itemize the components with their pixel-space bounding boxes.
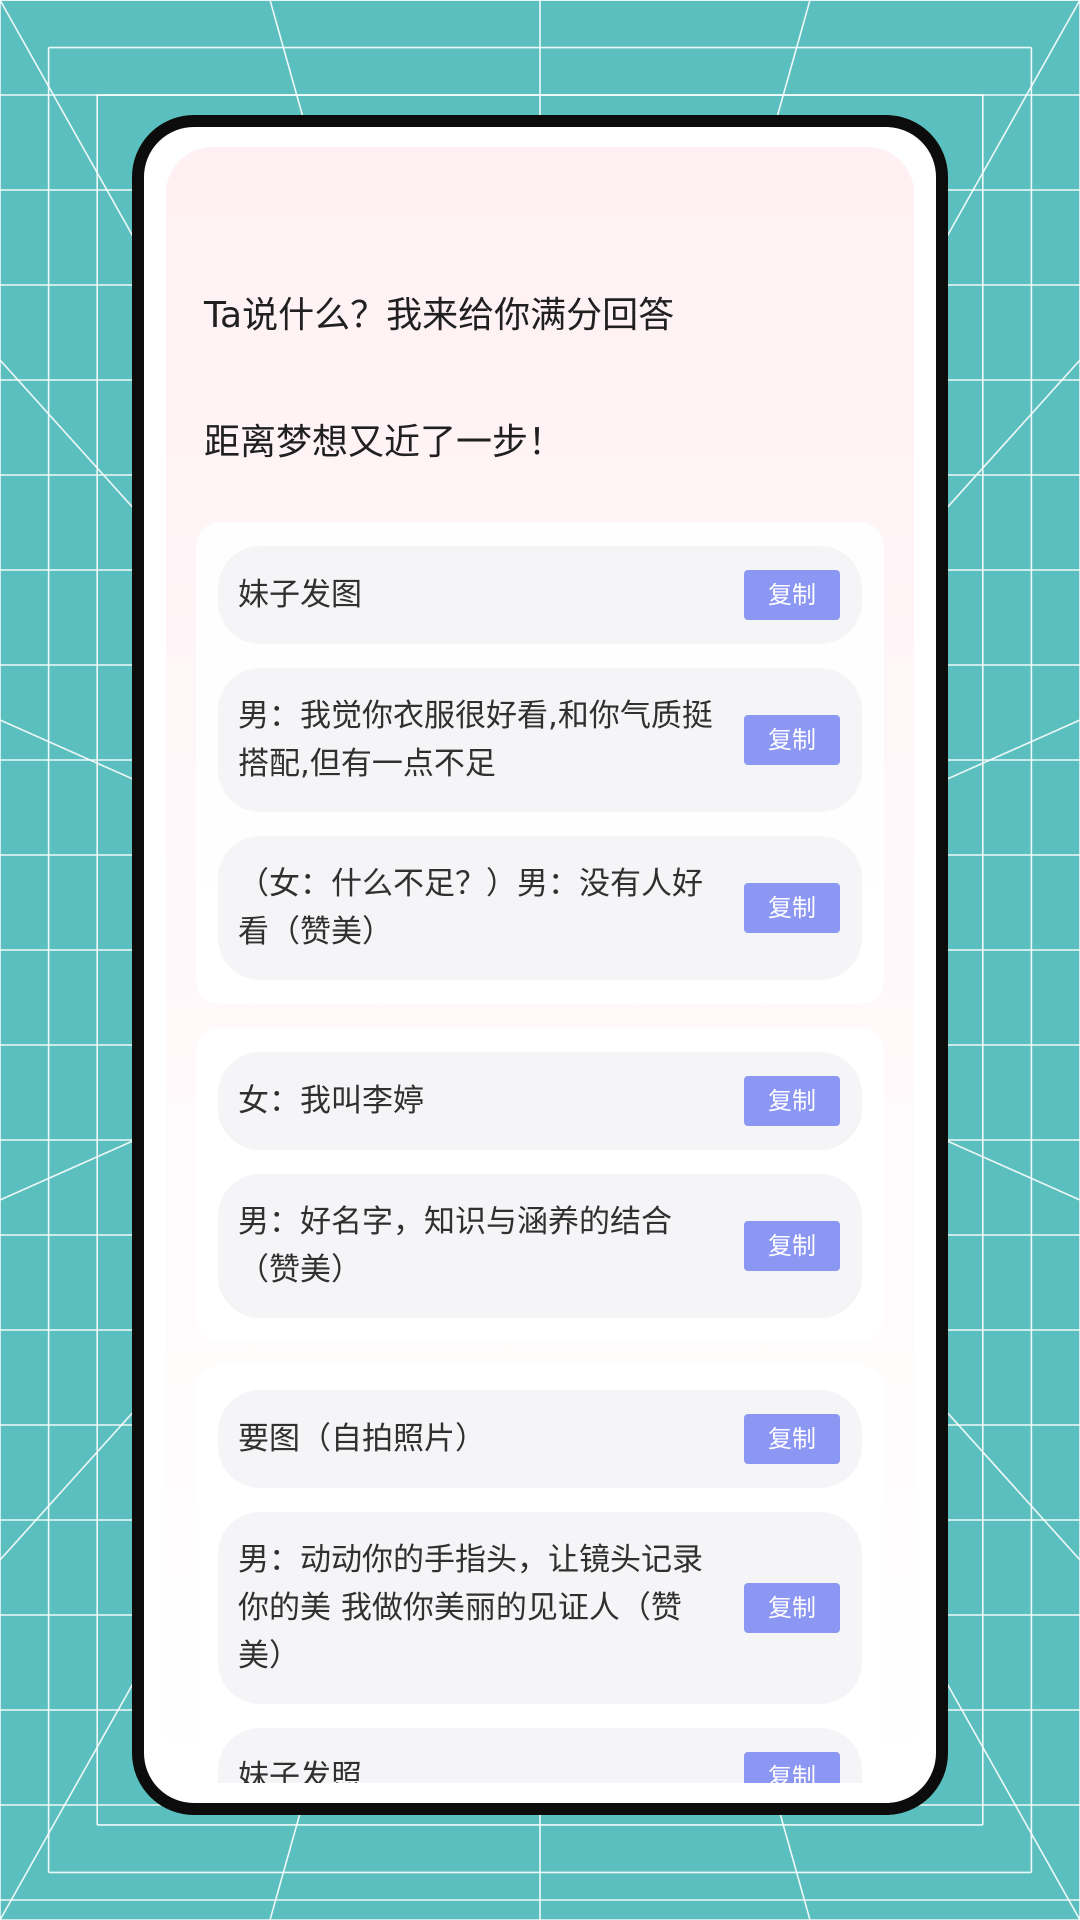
reply-card: （女：什么不足？）男：没有人好看（赞美） 复制 bbox=[218, 836, 862, 980]
reply-text: 妹子发照 bbox=[238, 1759, 362, 1783]
copy-button[interactable]: 复制 bbox=[744, 570, 840, 620]
reply-text: 男：好名字，知识与涵养的结合（赞美） bbox=[238, 1204, 672, 1288]
reply-text: （女：什么不足？）男：没有人好看（赞美） bbox=[238, 866, 703, 950]
reply-card: 妹子发图 复制 bbox=[218, 546, 862, 644]
reply-group: 妹子发图 复制 男：我觉你衣服很好看,和你气质挺搭配,但有一点不足 复制 （女：… bbox=[196, 522, 884, 1004]
reply-card: 女：我叫李婷 复制 bbox=[218, 1052, 862, 1150]
copy-button[interactable]: 复制 bbox=[744, 1583, 840, 1633]
reply-card: 男：我觉你衣服很好看,和你气质挺搭配,但有一点不足 复制 bbox=[218, 668, 862, 812]
copy-button[interactable]: 复制 bbox=[744, 715, 840, 765]
phone-frame: Ta说什么？我来给你满分回答 距离梦想又近了一步！ 妹子发图 复制 男：我觉你衣… bbox=[132, 115, 948, 1815]
reply-card: 男：动动你的手指头，让镜头记录你的美 我做你美丽的见证人（赞美） 复制 bbox=[218, 1512, 862, 1704]
copy-button[interactable]: 复制 bbox=[744, 1414, 840, 1464]
reply-card: 男：好名字，知识与涵养的结合（赞美） 复制 bbox=[218, 1174, 862, 1318]
reply-text: 男：我觉你衣服很好看,和你气质挺搭配,但有一点不足 bbox=[238, 698, 713, 782]
reply-groups: 妹子发图 复制 男：我觉你衣服很好看,和你气质挺搭配,但有一点不足 复制 （女：… bbox=[196, 522, 884, 1783]
reply-text: 女：我叫李婷 bbox=[238, 1083, 424, 1119]
copy-button[interactable]: 复制 bbox=[744, 1221, 840, 1271]
reply-group: 要图（自拍照片） 复制 男：动动你的手指头，让镜头记录你的美 我做你美丽的见证人… bbox=[196, 1366, 884, 1783]
reply-group: 女：我叫李婷 复制 男：好名字，知识与涵养的结合（赞美） 复制 bbox=[196, 1028, 884, 1342]
copy-button[interactable]: 复制 bbox=[744, 1076, 840, 1126]
app-screen: Ta说什么？我来给你满分回答 距离梦想又近了一步！ 妹子发图 复制 男：我觉你衣… bbox=[166, 147, 914, 1783]
copy-button[interactable]: 复制 bbox=[744, 1752, 840, 1783]
page-subtitle: 距离梦想又近了一步！ bbox=[204, 422, 565, 463]
reply-text: 男：动动你的手指头，让镜头记录你的美 我做你美丽的见证人（赞美） bbox=[238, 1542, 703, 1674]
copy-button[interactable]: 复制 bbox=[744, 883, 840, 933]
page-title: Ta说什么？我来给你满分回答 bbox=[204, 295, 675, 336]
reply-text: 妹子发图 bbox=[238, 577, 362, 613]
reply-card: 妹子发照 复制 bbox=[218, 1728, 862, 1783]
reply-text: 要图（自拍照片） bbox=[238, 1421, 486, 1457]
reply-card: 要图（自拍照片） 复制 bbox=[218, 1390, 862, 1488]
